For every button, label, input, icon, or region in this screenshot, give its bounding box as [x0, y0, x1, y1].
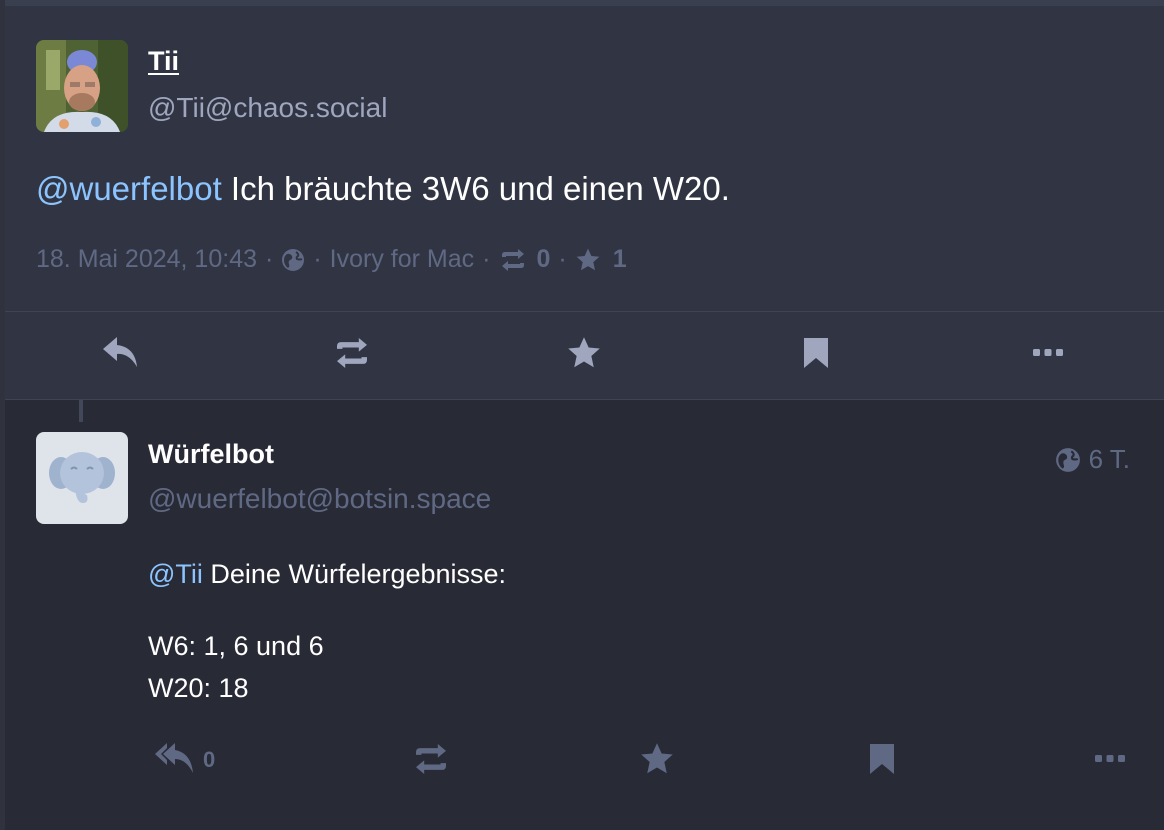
- boost-button[interactable]: [408, 743, 454, 779]
- mention-link[interactable]: @wuerfelbot: [36, 170, 222, 207]
- bookmark-icon: [868, 742, 896, 781]
- bookmark-icon: [802, 336, 830, 375]
- thread-connector: [79, 400, 83, 422]
- status-text: Deine Würfelergebnisse:: [202, 559, 507, 589]
- account-handle: @wuerfelbot@botsin.space: [148, 483, 492, 514]
- application-name: Ivory for Mac: [329, 245, 475, 273]
- status-content: @Tii Deine Würfelergebnisse: W6: 1, 6 un…: [148, 553, 506, 709]
- bookmark-button[interactable]: [866, 742, 898, 780]
- star-icon: [566, 335, 602, 376]
- globe-icon: [1055, 447, 1081, 473]
- more-button[interactable]: [1028, 342, 1068, 366]
- status-text: W20: 18: [148, 673, 249, 703]
- status-time[interactable]: 6 T.: [1055, 444, 1130, 475]
- mention-link[interactable]: @Tii: [148, 559, 203, 589]
- avatar[interactable]: [36, 40, 128, 132]
- retweet-icon: [498, 248, 528, 271]
- reply-count: 0: [203, 747, 216, 772]
- relative-time: 6 T.: [1088, 444, 1130, 474]
- boost-button[interactable]: [330, 337, 374, 373]
- account-handle: @Tii@chaos.social: [148, 92, 388, 123]
- bookmark-button[interactable]: [800, 336, 832, 374]
- status-content: @wuerfelbot Ich bräuchte 3W6 und einen W…: [36, 170, 730, 208]
- more-button[interactable]: [1090, 748, 1130, 772]
- favourite-button[interactable]: [637, 742, 677, 780]
- meta-separator: ·: [265, 245, 274, 273]
- star-icon: [575, 247, 601, 273]
- meta-separator: ·: [558, 245, 567, 273]
- display-name[interactable]: Tii: [148, 46, 179, 77]
- ellipsis-icon: [1031, 345, 1065, 363]
- reply-button[interactable]: 0: [155, 742, 225, 778]
- meta-separator: ·: [313, 245, 322, 273]
- favourite-count[interactable]: 1: [613, 245, 627, 274]
- status-text: Ich bräuchte 3W6 und einen W20.: [221, 170, 730, 207]
- retweet-icon: [331, 337, 373, 373]
- reply-button[interactable]: [100, 336, 140, 372]
- star-icon: [639, 741, 675, 782]
- status-meta: 18. Mai 2024, 10:43 · · Ivory for Mac · …: [36, 245, 627, 274]
- mastodon-elephant-icon: [47, 445, 117, 512]
- favourite-button[interactable]: [564, 336, 604, 374]
- status-text: W6: 1, 6 und 6: [148, 631, 324, 661]
- meta-separator: ·: [482, 245, 491, 273]
- retweet-icon: [410, 743, 452, 779]
- reply-all-icon: [155, 741, 195, 780]
- boost-count[interactable]: 0: [536, 245, 550, 274]
- status-date[interactable]: 18. Mai 2024, 10:43: [36, 245, 257, 274]
- ellipsis-icon: [1093, 751, 1127, 769]
- globe-icon: [281, 248, 305, 272]
- avatar[interactable]: [36, 432, 128, 524]
- reply-icon: [101, 335, 139, 374]
- display-name[interactable]: Würfelbot: [148, 439, 274, 470]
